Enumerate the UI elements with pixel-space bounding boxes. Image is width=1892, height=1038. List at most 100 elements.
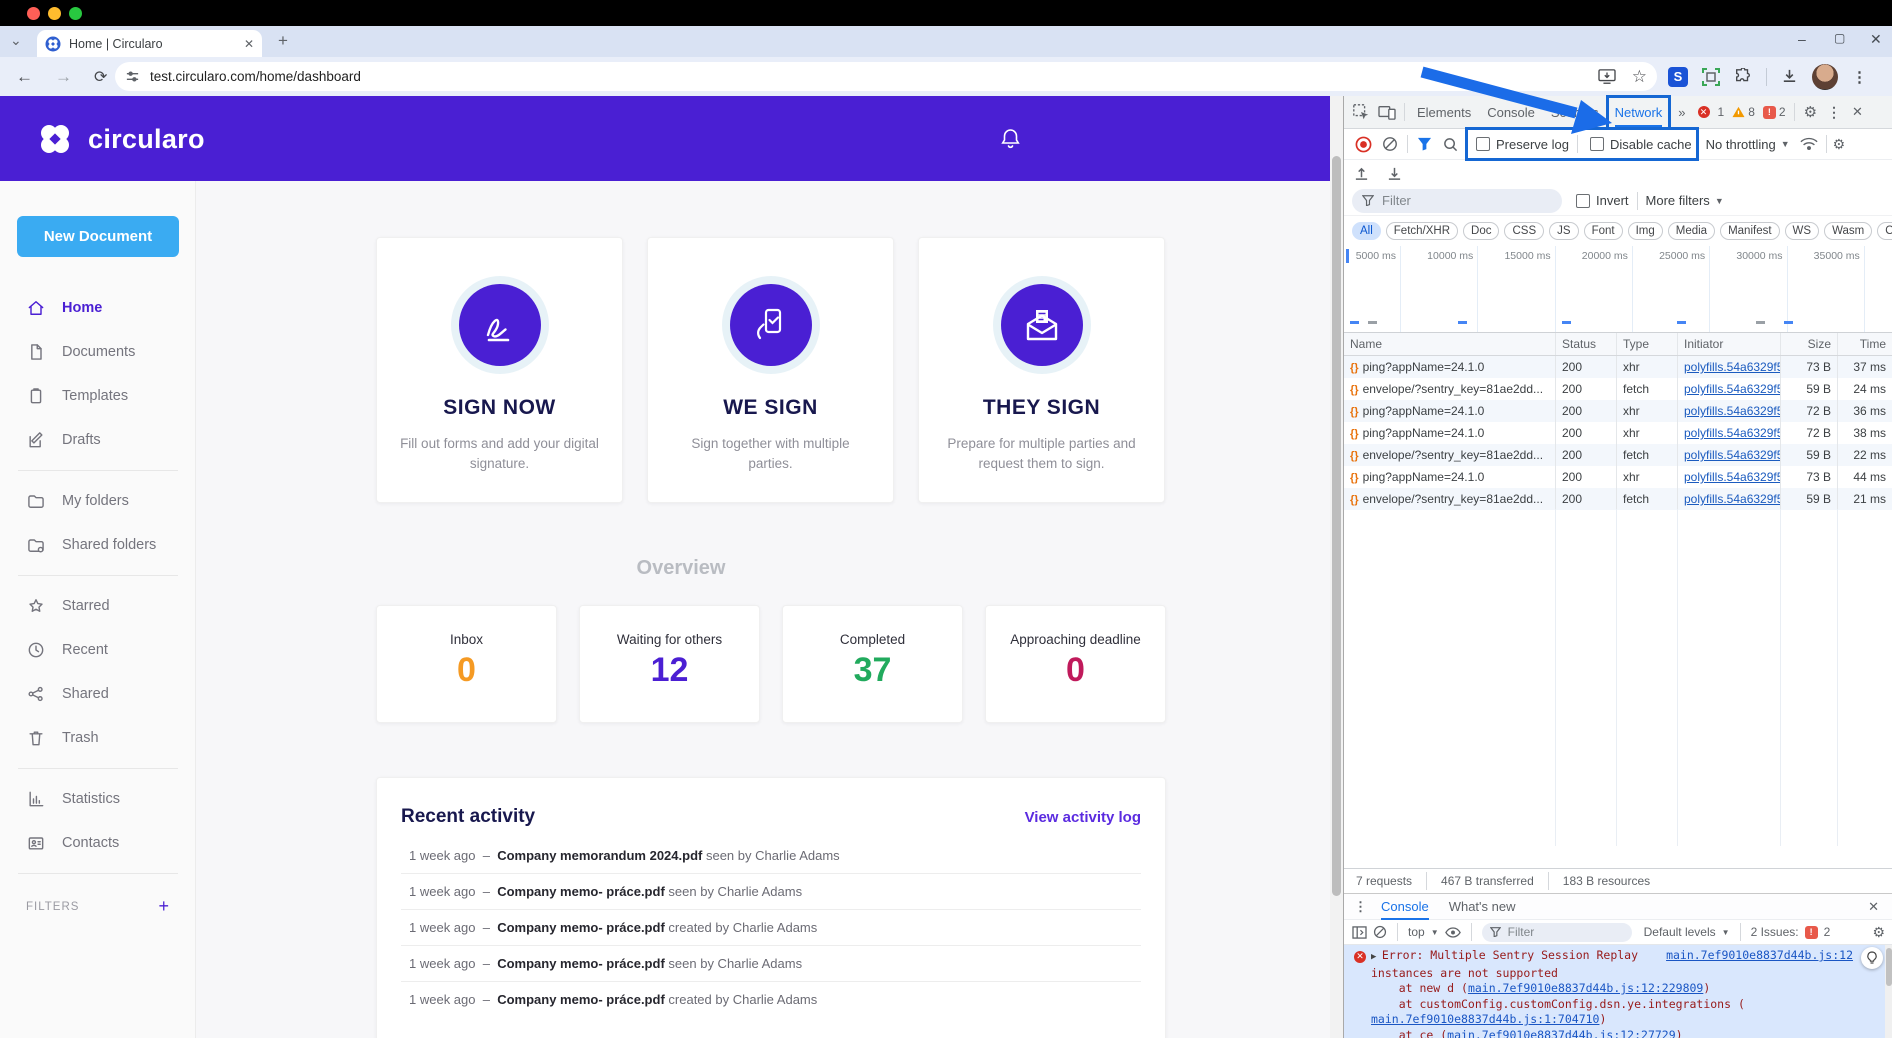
sidebar-item-home[interactable]: Home (0, 286, 196, 330)
console-scrollbar[interactable] (1885, 945, 1892, 1038)
filter-chip-doc[interactable]: Doc (1463, 222, 1499, 240)
request-name[interactable]: {}envelope/?sentry_key=81ae2dd... (1344, 378, 1556, 400)
network-conditions-icon[interactable] (1800, 137, 1818, 151)
ai-explain-bulb-icon[interactable] (1861, 947, 1883, 969)
network-request-row[interactable]: {}ping?appName=24.1.0 200 xhr polyfills.… (1344, 400, 1892, 422)
filter-chip-all[interactable]: All (1352, 222, 1381, 240)
activity-row[interactable]: 1 week ago – Company memo- práce.pdf cre… (401, 982, 1141, 1017)
downloads-icon[interactable] (1781, 68, 1798, 85)
extensions-puzzle-icon[interactable] (1734, 68, 1752, 86)
drawer-close-icon[interactable]: ✕ (1868, 899, 1887, 915)
network-request-row[interactable]: {}ping?appName=24.1.0 200 xhr polyfills.… (1344, 466, 1892, 488)
stack-source-link[interactable]: main.7ef9010e8837d44b.js:12:27729 (1447, 1028, 1675, 1038)
devtools-settings-icon[interactable]: ⚙ (1804, 103, 1817, 121)
request-name[interactable]: {}envelope/?sentry_key=81ae2dd... (1344, 488, 1556, 510)
stack-source-link[interactable]: main.7ef9010e8837d44b.js:12:229809 (1468, 981, 1703, 995)
issues-link[interactable]: 2 Issues: (1751, 925, 1799, 939)
column-header-size[interactable]: Size (1781, 333, 1838, 355)
stat-card-inbox[interactable]: Inbox 0 (376, 605, 557, 723)
request-name[interactable]: {}ping?appName=24.1.0 (1344, 466, 1556, 488)
sidebar-item-statistics[interactable]: Statistics (0, 777, 196, 821)
stat-card-waiting-for-others[interactable]: Waiting for others 12 (579, 605, 760, 723)
preserve-log-checkbox[interactable] (1476, 137, 1490, 151)
devtools-close-icon[interactable]: ✕ (1852, 104, 1863, 120)
extension-s-icon[interactable]: S (1668, 67, 1688, 87)
filter-chip-other[interactable]: Other (1877, 222, 1892, 240)
filter-chip-media[interactable]: Media (1668, 222, 1715, 240)
screenshot-extension-icon[interactable] (1702, 68, 1720, 86)
console-filter-pill[interactable] (1482, 923, 1632, 942)
window-minimize-icon[interactable]: – (1798, 31, 1806, 47)
install-icon[interactable] (1598, 69, 1616, 85)
minimize-traffic-light[interactable] (48, 7, 61, 20)
timeline-handle[interactable] (1346, 249, 1349, 263)
page-scrollbar-thumb[interactable] (1332, 156, 1341, 896)
more-filters-dropdown-icon[interactable]: ▼ (1715, 196, 1724, 206)
more-panels-icon[interactable]: » (1670, 96, 1693, 129)
stack-source-link[interactable]: main.7ef9010e8837d44b.js:1:704710 (1371, 1012, 1599, 1026)
column-header-type[interactable]: Type (1617, 333, 1678, 355)
browser-tab[interactable]: Home | Circularo ✕ (37, 30, 262, 57)
console-settings-icon[interactable]: ⚙ (1872, 924, 1885, 941)
close-traffic-light[interactable] (27, 7, 40, 20)
filter-chip-css[interactable]: CSS (1504, 222, 1544, 240)
request-name[interactable]: {}ping?appName=24.1.0 (1344, 356, 1556, 378)
action-card-they-sign[interactable]: THEY SIGN Prepare for multiple parties a… (918, 237, 1165, 503)
console-messages[interactable]: ✕▶ Error: Multiple Sentry Session Replay… (1344, 945, 1892, 1038)
sidebar-item-recent[interactable]: Recent (0, 628, 196, 672)
request-initiator[interactable]: polyfills.54a6329f5 (1678, 400, 1781, 422)
url-text[interactable]: test.circularo.com/home/dashboard (150, 69, 1598, 84)
url-bar[interactable]: test.circularo.com/home/dashboard ☆ (115, 62, 1657, 91)
expand-error-icon[interactable]: ▶ (1371, 952, 1382, 962)
inspect-element-icon[interactable] (1352, 103, 1370, 121)
levels-dropdown-icon[interactable]: ▼ (1722, 928, 1730, 937)
error-count-badge[interactable]: ✕ 1 (1698, 105, 1725, 119)
devtools-tab-elements[interactable]: Elements (1409, 96, 1479, 129)
stat-card-approaching-deadline[interactable]: Approaching deadline 0 (985, 605, 1166, 723)
clear-console-icon[interactable] (1373, 925, 1387, 939)
activity-row[interactable]: 1 week ago – Company memo- práce.pdf see… (401, 874, 1141, 910)
action-card-we-sign[interactable]: WE SIGN Sign together with multiple part… (647, 237, 894, 503)
request-name[interactable]: {}ping?appName=24.1.0 (1344, 400, 1556, 422)
sidebar-item-shared-folders[interactable]: Shared folders (0, 523, 196, 567)
forward-icon[interactable]: → (55, 67, 72, 87)
har-export-icon[interactable] (1387, 166, 1402, 181)
request-initiator[interactable]: polyfills.54a6329f5 (1678, 444, 1781, 466)
network-request-row[interactable]: {}envelope/?sentry_key=81ae2dd... 200 fe… (1344, 378, 1892, 400)
sidebar-item-my-folders[interactable]: My folders (0, 479, 196, 523)
network-settings-icon[interactable]: ⚙ (1833, 136, 1846, 153)
activity-file[interactable]: Company memo- práce.pdf (497, 992, 665, 1007)
window-close-icon[interactable]: ✕ (1870, 31, 1882, 48)
column-header-time[interactable]: Time (1838, 333, 1892, 355)
network-request-row[interactable]: {}ping?appName=24.1.0 200 xhr polyfills.… (1344, 422, 1892, 444)
sidebar-item-starred[interactable]: Starred (0, 584, 196, 628)
column-header-status[interactable]: Status (1556, 333, 1617, 355)
activity-file[interactable]: Company memorandum 2024.pdf (497, 848, 702, 863)
action-card-sign-now[interactable]: SIGN NOW Fill out forms and add your dig… (376, 237, 623, 503)
sidebar-item-documents[interactable]: Documents (0, 330, 196, 374)
stat-card-completed[interactable]: Completed 37 (782, 605, 963, 723)
column-header-initiator[interactable]: Initiator (1678, 333, 1781, 355)
notifications-bell-icon[interactable] (1000, 127, 1021, 150)
filter-chip-js[interactable]: JS (1549, 222, 1578, 240)
drawer-menu-icon[interactable]: ⋮ (1354, 899, 1367, 915)
issues-count-badge[interactable]: ! 2 (1763, 105, 1786, 119)
disable-cache-checkbox[interactable] (1590, 137, 1604, 151)
sidebar-item-drafts[interactable]: Drafts (0, 418, 196, 462)
filter-toggle-icon[interactable] (1417, 137, 1432, 151)
request-initiator[interactable]: polyfills.54a6329f5 (1678, 466, 1781, 488)
request-initiator[interactable]: polyfills.54a6329f5 (1678, 378, 1781, 400)
har-import-icon[interactable] (1354, 166, 1369, 181)
activity-file[interactable]: Company memo- práce.pdf (497, 884, 665, 899)
browser-menu-icon[interactable]: ⋮ (1852, 68, 1867, 86)
clear-network-icon[interactable] (1382, 136, 1398, 152)
profile-avatar[interactable] (1812, 64, 1838, 90)
devtools-tab-sources[interactable]: Sources (1543, 96, 1607, 129)
activity-file[interactable]: Company memo- práce.pdf (497, 920, 665, 935)
log-levels-select[interactable]: Default levels (1644, 925, 1716, 939)
bookmark-star-icon[interactable]: ☆ (1632, 67, 1647, 87)
network-request-row[interactable]: {}envelope/?sentry_key=81ae2dd... 200 fe… (1344, 444, 1892, 466)
activity-file[interactable]: Company memo- práce.pdf (497, 956, 665, 971)
new-tab-button[interactable]: + (278, 31, 288, 51)
record-network-icon[interactable] (1355, 136, 1372, 153)
